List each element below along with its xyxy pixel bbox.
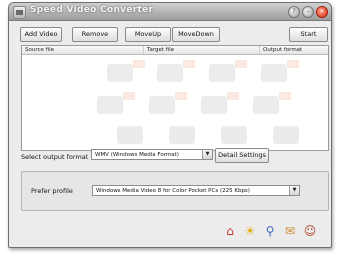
detail-settings-button[interactable]: Detail Settings [215, 148, 269, 163]
column-source-file[interactable]: Source file [22, 46, 144, 54]
app-icon [13, 6, 26, 19]
output-format-value: WMV (Windows Media Format) [95, 152, 179, 158]
search-icon[interactable]: ⚲ [263, 223, 277, 239]
chevron-down-icon[interactable]: ▼ [289, 186, 299, 195]
window-title: Speed Video Converter [30, 5, 154, 15]
start-button[interactable]: Start [289, 27, 328, 42]
column-output-format[interactable]: Output format [260, 46, 328, 54]
close-icon[interactable]: ✕ [316, 6, 328, 18]
envelope-icon[interactable]: ✉ [283, 223, 297, 239]
move-up-button[interactable]: MoveUp [125, 27, 171, 42]
column-target-file[interactable]: Target file [144, 46, 260, 54]
app-window: Speed Video Converter ? – ✕ Add Video Re… [8, 2, 332, 248]
file-list[interactable]: Source file Target file Output format [21, 45, 329, 151]
profile-group: Prefer profile Windows Media Video 8 for… [21, 171, 329, 211]
output-format-label: Select output format [21, 153, 89, 161]
help-icon[interactable]: ? [288, 6, 300, 18]
watermark-film-icons [97, 60, 299, 144]
profile-label: Prefer profile [31, 187, 73, 195]
lightbulb-icon[interactable]: ☀ [243, 223, 257, 239]
remove-button[interactable]: Remove [72, 27, 118, 42]
add-video-button[interactable]: Add Video [20, 27, 62, 42]
home-icon[interactable]: ⌂ [223, 223, 237, 239]
title-bar[interactable]: Speed Video Converter ? – ✕ [9, 3, 331, 21]
output-format-select[interactable]: WMV (Windows Media Format) ▼ [91, 149, 213, 160]
move-down-button[interactable]: MoveDown [172, 27, 220, 42]
profile-value: Windows Media Video 8 for Color Pocket P… [96, 188, 250, 194]
user-icon[interactable]: ☺ [303, 223, 317, 239]
profile-select[interactable]: Windows Media Video 8 for Color Pocket P… [92, 185, 300, 196]
minimize-icon[interactable]: – [302, 6, 314, 18]
file-list-header: Source file Target file Output format [22, 46, 328, 55]
chevron-down-icon[interactable]: ▼ [202, 150, 212, 159]
